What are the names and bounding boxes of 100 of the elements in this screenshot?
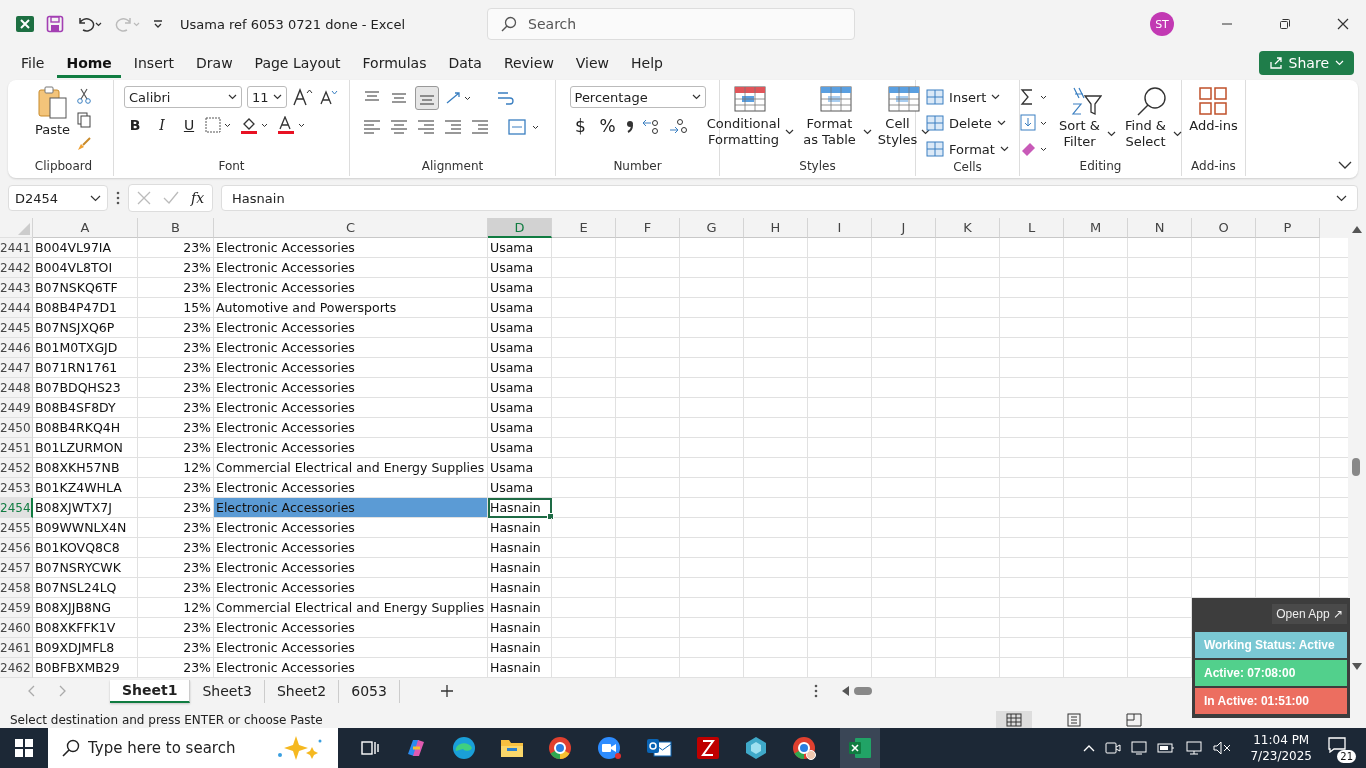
cells-button[interactable]: Delete	[926, 112, 1006, 134]
filezilla-icon[interactable]	[696, 736, 720, 760]
grow-font-icon[interactable]	[292, 88, 314, 106]
row-header[interactable]: 2459	[0, 598, 33, 618]
row-header[interactable]: 2454	[0, 498, 33, 518]
column-header[interactable]: N	[1128, 218, 1192, 238]
name-box[interactable]: D2454	[8, 185, 108, 211]
column-header[interactable]: I	[808, 218, 872, 238]
align-icon[interactable]	[388, 118, 410, 136]
chrome-profile-icon[interactable]	[792, 736, 816, 760]
row-header[interactable]: 2442	[0, 258, 33, 278]
network-icon[interactable]	[1185, 740, 1204, 756]
expand-icon[interactable]	[1336, 194, 1347, 202]
column-header[interactable]: K	[936, 218, 1000, 238]
open-app-link[interactable]: Open App ↗	[1272, 604, 1347, 624]
windows-start-icon[interactable]	[15, 739, 33, 757]
font-name-dropdown[interactable]: Calibri	[124, 86, 242, 108]
row-header[interactable]: 2446	[0, 338, 33, 358]
menu-tab[interactable]: View	[566, 48, 619, 78]
format-painter-icon[interactable]	[76, 136, 93, 152]
row-header[interactable]: 2451	[0, 438, 33, 458]
row-header[interactable]: 2460	[0, 618, 33, 638]
font-style-button[interactable]: I	[151, 117, 173, 133]
row-header[interactable]: 2443	[0, 278, 33, 298]
more-icon[interactable]	[814, 684, 818, 698]
sheet-tab[interactable]: Sheet3	[190, 679, 265, 703]
menu-tab[interactable]: Page Layout	[245, 48, 350, 78]
close-icon[interactable]	[1337, 18, 1349, 30]
edge-icon[interactable]	[452, 736, 476, 760]
column-header[interactable]: E	[552, 218, 616, 238]
chrome-icon[interactable]	[548, 736, 572, 760]
row-header[interactable]: 2449	[0, 398, 33, 418]
sheet-tab[interactable]: Sheet1	[110, 679, 191, 703]
sheet-tab[interactable]: Sheet2	[264, 679, 340, 703]
column-header[interactable]: F	[616, 218, 680, 238]
column-header[interactable]: J	[872, 218, 936, 238]
customize-icon[interactable]	[152, 18, 164, 30]
restore-icon[interactable]	[1279, 18, 1291, 30]
column-header[interactable]: B	[138, 218, 214, 238]
column-header[interactable]: M	[1064, 218, 1128, 238]
shrink-font-icon[interactable]	[319, 89, 339, 105]
row-header[interactable]: 2448	[0, 378, 33, 398]
zoom-icon[interactable]	[596, 736, 622, 760]
battery-icon[interactable]	[1157, 741, 1176, 755]
save-icon[interactable]	[46, 15, 64, 33]
taskbar-search-field[interactable]: Type here to search	[48, 728, 338, 768]
share-button[interactable]: Share	[1258, 51, 1354, 75]
row-header[interactable]: 2456	[0, 538, 33, 558]
collapse-ribbon-icon[interactable]	[1338, 160, 1352, 170]
clock[interactable]: 11:04 PM 7/23/2025	[1250, 732, 1312, 764]
meet-icon[interactable]	[1105, 740, 1122, 756]
decrease-decimal-icon[interactable]	[667, 117, 690, 135]
menu-tab[interactable]: Draw	[187, 48, 242, 78]
display-icon[interactable]	[1131, 740, 1148, 756]
column-header[interactable]: C	[214, 218, 488, 238]
row-header[interactable]: 2441	[0, 238, 33, 258]
app-icon[interactable]	[744, 736, 768, 760]
row-header[interactable]: 2452	[0, 458, 33, 478]
row-header[interactable]: 2457	[0, 558, 33, 578]
menu-tab[interactable]: Home	[57, 48, 121, 78]
menu-tab[interactable]: Formulas	[353, 48, 436, 78]
paste-button[interactable]: Paste	[34, 86, 71, 138]
row-header[interactable]: 2444	[0, 298, 33, 318]
add-sheet-icon[interactable]	[439, 684, 454, 698]
more-icon[interactable]	[116, 191, 120, 205]
number-format-dropdown[interactable]: Percentage	[569, 86, 706, 108]
number-format-button[interactable]: $	[569, 116, 592, 136]
column-header[interactable]: A	[33, 218, 138, 238]
row-header[interactable]: 2462	[0, 658, 33, 678]
font-size-dropdown[interactable]: 11	[247, 86, 287, 108]
menu-tab[interactable]: Insert	[124, 48, 183, 78]
font-style-button[interactable]: U	[178, 117, 200, 133]
column-header[interactable]: L	[1000, 218, 1064, 238]
editing-button[interactable]: Find & Select	[1121, 86, 1182, 150]
row-header[interactable]: 2461	[0, 638, 33, 658]
menu-tab[interactable]: Review	[494, 48, 563, 78]
folder-icon[interactable]	[500, 737, 524, 759]
cut-icon[interactable]	[76, 88, 93, 104]
search-field[interactable]: Search	[487, 8, 856, 40]
sheet-tab[interactable]: 6053	[339, 679, 400, 703]
menu-tab[interactable]: File	[12, 48, 54, 78]
cells-button[interactable]: Format	[926, 138, 1009, 160]
notification-button[interactable]: 21	[1326, 733, 1356, 763]
styles-button[interactable]: Conditional Formatting	[705, 86, 794, 148]
excel-icon[interactable]	[840, 728, 880, 768]
align-bottom-button[interactable]	[415, 86, 439, 110]
menu-tab[interactable]: Data	[439, 48, 491, 78]
outlook-icon[interactable]	[646, 736, 672, 760]
row-header[interactable]: 2445	[0, 318, 33, 338]
number-format-button[interactable]: %	[596, 116, 619, 136]
formula-field[interactable]: Hasnain	[221, 185, 1358, 211]
row-header[interactable]: 2458	[0, 578, 33, 598]
column-header[interactable]: O	[1192, 218, 1256, 238]
copy-icon[interactable]	[76, 112, 93, 128]
column-header[interactable]: P	[1256, 218, 1320, 238]
editing-button[interactable]: Sort & Filter	[1055, 86, 1116, 150]
task-view-icon[interactable]	[360, 738, 380, 758]
user-avatar[interactable]: ST	[1150, 12, 1174, 36]
font-style-button[interactable]: B	[124, 117, 146, 133]
undo-icon[interactable]	[76, 15, 102, 33]
